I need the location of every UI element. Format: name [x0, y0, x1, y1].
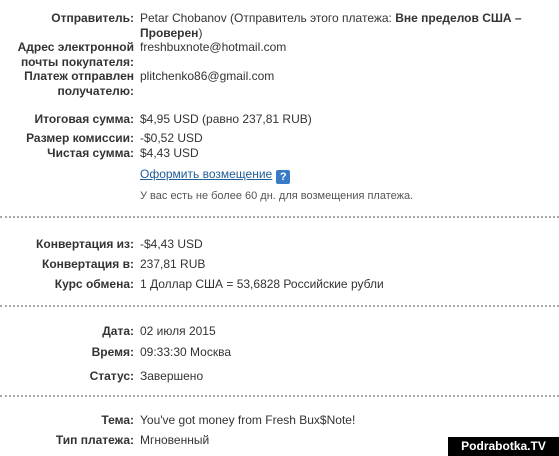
- fee-row: Размер комиссии: -$0,52 USD: [0, 130, 559, 146]
- net-label: Чистая сумма:: [47, 146, 134, 160]
- date-row: Дата: 02 июля 2015: [0, 323, 559, 339]
- subject-row: Тема: You've got money from Fresh Bux$No…: [0, 412, 559, 428]
- date-label: Дата:: [102, 324, 134, 338]
- buyer-email-value: freshbuxnote@hotmail.com: [140, 40, 287, 54]
- buyer-email-label-1: Адрес электронной: [17, 40, 134, 54]
- time-label: Время:: [91, 345, 134, 359]
- exchange-rate-value: 1 Доллар США = 53,6828 Российские рубли: [140, 277, 384, 291]
- fee-label: Размер комиссии:: [26, 131, 134, 145]
- refund-link[interactable]: Оформить возмещение: [140, 167, 272, 181]
- time-row: Время: 09:33:30 Москва: [0, 344, 559, 360]
- buyer-email-row: Адрес электронной freshbuxnote@hotmail.c…: [0, 39, 559, 55]
- net-value: $4,43 USD: [140, 146, 199, 160]
- conversion-from-value: -$4,43 USD: [140, 237, 203, 251]
- payment-type-value: Мгновенный: [140, 433, 210, 447]
- help-icon[interactable]: ?: [276, 170, 291, 184]
- sender-value: Petar Chobanov (Отправитель этого платеж…: [140, 10, 522, 26]
- net-row: Чистая сумма: $4,43 USD: [0, 145, 559, 161]
- conversion-from-row: Конвертация из: -$4,43 USD: [0, 236, 559, 252]
- exchange-rate-label: Курс обмена:: [54, 277, 134, 291]
- fee-value: -$0,52 USD: [140, 131, 203, 145]
- recipient-row: Платеж отправлен plitchenko86@gmail.com: [0, 68, 559, 84]
- conversion-to-label: Конвертация в:: [42, 257, 134, 271]
- subject-value: You've got money from Fresh Bux$Note!: [140, 413, 356, 427]
- sender-status-cont: Проверен: [140, 26, 199, 40]
- status-label: Статус:: [89, 369, 134, 383]
- recipient-label-1: Платеж отправлен: [24, 69, 134, 83]
- watermark: Podrabotka.TV: [448, 437, 559, 456]
- sender-label: Отправитель:: [51, 11, 134, 25]
- status-value: Завершено: [140, 369, 204, 383]
- conversion-from-label: Конвертация из:: [36, 237, 134, 251]
- recipient-label-2: получателю:: [57, 84, 134, 98]
- sender-close-paren: ): [198, 26, 203, 40]
- divider: [0, 305, 559, 307]
- sender-name: Petar Chobanov (Отправитель этого платеж…: [140, 11, 396, 25]
- divider: [0, 216, 559, 218]
- total-label: Итоговая сумма:: [34, 112, 134, 126]
- conversion-to-row: Конвертация в: 237,81 RUB: [0, 256, 559, 272]
- date-value: 02 июля 2015: [140, 324, 216, 338]
- sender-status: Вне пределов США –: [395, 11, 522, 25]
- sender-row: Отправитель: Petar Chobanov (Отправитель…: [0, 10, 559, 26]
- refund-group: Оформить возмещение?: [140, 166, 291, 184]
- subject-label: Тема:: [101, 413, 134, 427]
- total-value: $4,95 USD (равно 237,81 RUB): [140, 112, 312, 126]
- exchange-rate-row: Курс обмена: 1 Доллар США = 53,6828 Росс…: [0, 276, 559, 292]
- status-row: Статус: Завершено: [0, 368, 559, 384]
- divider: [0, 395, 559, 397]
- recipient-value: plitchenko86@gmail.com: [140, 69, 275, 83]
- payment-type-label: Тип платежа:: [55, 433, 134, 447]
- total-row: Итоговая сумма: $4,95 USD (равно 237,81 …: [0, 111, 559, 127]
- time-value: 09:33:30 Москва: [140, 345, 232, 359]
- conversion-to-value: 237,81 RUB: [140, 257, 206, 271]
- refund-row: Оформить возмещение?: [0, 166, 559, 184]
- refund-note: У вас есть не более 60 дн. для возмещени…: [140, 190, 414, 202]
- recipient-row-cont: получателю:: [0, 83, 559, 99]
- refund-note-row: У вас есть не более 60 дн. для возмещени…: [0, 188, 559, 204]
